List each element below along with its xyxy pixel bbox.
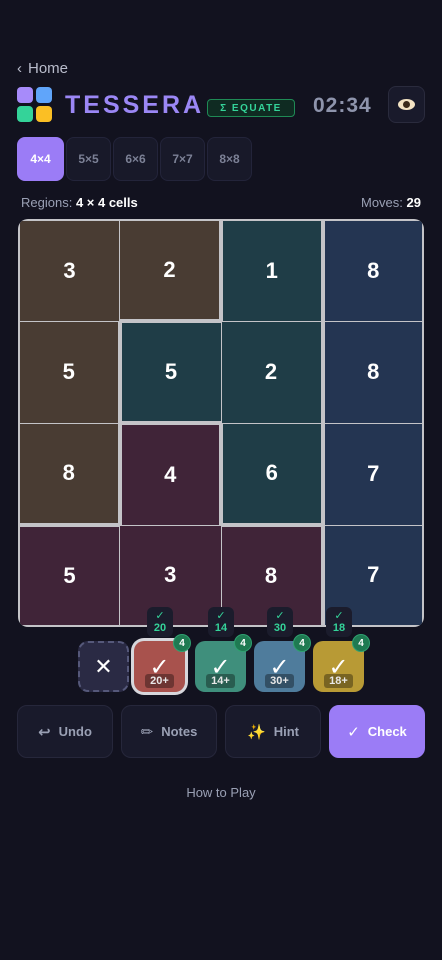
app-title: TESSERA	[65, 91, 205, 119]
board-cell[interactable]: 1	[223, 221, 321, 321]
region-chip[interactable]: ✓ 30+ 4	[254, 634, 311, 692]
chip-sum-label: 14+	[206, 674, 235, 688]
region-chip[interactable]: ✓ 18+ 4	[313, 634, 370, 692]
undo-icon: ↩	[38, 723, 51, 741]
chevron-left-icon: ‹	[17, 59, 22, 77]
reveal-button[interactable]	[388, 86, 425, 123]
check-button[interactable]: ✓ Check	[329, 705, 425, 758]
board-cell[interactable]: 3	[20, 221, 119, 321]
board-cell[interactable]: 4	[121, 425, 219, 525]
app-header: TESSERA Σ EQUATE 02:34	[17, 86, 425, 124]
board-cell[interactable]: 8	[324, 321, 422, 423]
chip-target-value: 20	[153, 622, 167, 635]
moves-label: Moves:	[361, 195, 403, 210]
regions-info: Regions: 4 × 4 cells	[21, 195, 138, 210]
check-icon: ✓	[216, 610, 226, 622]
board-cell[interactable]: 8	[324, 221, 422, 321]
chip-sum-label: 30+	[265, 674, 294, 688]
puzzle-board: 3218552884675387	[18, 219, 424, 627]
board-cell[interactable]: 8	[20, 423, 118, 523]
info-row: Regions: 4 × 4 cells Moves: 29	[21, 195, 421, 211]
regions-value: 4 × 4 cells	[75, 195, 138, 210]
board-cell[interactable]: 5	[20, 321, 118, 423]
hint-label: Hint	[273, 724, 299, 739]
board-cell[interactable]: 2	[221, 321, 321, 423]
board-cell[interactable]: 5	[121, 323, 221, 421]
clear-chip-button[interactable]: ✕	[78, 641, 129, 692]
region-chips: ✕ ✓ 20 ✓ 20+ 4 ✓ 14 ✓ 14+ 4 ✓ 30 ✓ 30+ 4 ✓ 18 ✓ 18+ 4	[0, 605, 442, 695]
tab-6x6[interactable]: 6×6	[113, 137, 158, 181]
chip-sum-label: 20+	[145, 674, 174, 688]
regions-label: Regions:	[21, 195, 73, 210]
hint-button[interactable]: ✨ Hint	[225, 705, 321, 758]
chip-count-badge: 4	[173, 634, 191, 652]
tab-4x4[interactable]: 4×4	[17, 137, 64, 181]
region-chip[interactable]: ✓ 14+ 4	[195, 634, 252, 692]
chip-target-tag: ✓ 30	[267, 607, 293, 637]
close-icon: ✕	[94, 653, 113, 679]
back-label: Home	[28, 59, 69, 77]
check-icon: ✓	[334, 610, 344, 622]
chip-target-value: 30	[273, 622, 287, 635]
chip-target-value: 14	[214, 622, 228, 635]
check-icon: ✓	[155, 610, 165, 622]
pencil-icon: ✏	[140, 723, 154, 741]
how-to-play-link[interactable]: How to Play	[0, 785, 442, 800]
sparkle-icon: ✨	[247, 723, 266, 741]
tab-7x7[interactable]: 7×7	[160, 137, 205, 181]
chip-count-badge: 4	[352, 634, 370, 652]
chip-target-tag: ✓ 18	[326, 607, 352, 637]
board-cell[interactable]: 6	[223, 423, 321, 523]
mode-badge: Σ EQUATE	[207, 99, 295, 117]
check-label: Check	[367, 724, 407, 739]
undo-button[interactable]: ↩ Undo	[17, 705, 113, 758]
moves-info: Moves: 29	[361, 195, 421, 210]
board-cell[interactable]: 2	[120, 221, 219, 319]
eye-icon	[398, 99, 415, 110]
check-icon: ✓	[275, 610, 285, 622]
tab-5x5[interactable]: 5×5	[66, 137, 111, 181]
action-bar: ↩ Undo ✏ Notes ✨ Hint ✓ Check	[17, 705, 425, 758]
board-cell[interactable]: 7	[324, 423, 422, 525]
notes-button[interactable]: ✏ Notes	[121, 705, 217, 758]
chip-count-badge: 4	[234, 634, 252, 652]
logo-icon	[17, 87, 53, 123]
moves-value: 29	[406, 195, 421, 210]
region-chip[interactable]: ✓ 20+ 4	[134, 634, 191, 692]
back-link[interactable]: ‹ Home	[17, 58, 68, 78]
chip-sum-label: 18+	[324, 674, 353, 688]
check-icon: ✓	[347, 723, 360, 741]
chip-target-tag: ✓ 20	[147, 607, 173, 637]
timer: 02:34	[313, 94, 372, 117]
chip-target-tag: ✓ 14	[208, 607, 234, 637]
chip-count-badge: 4	[293, 634, 311, 652]
notes-label: Notes	[161, 724, 198, 739]
tab-8x8[interactable]: 8×8	[207, 137, 252, 181]
grid-size-tabs: 4×4 5×5 6×6 7×7 8×8	[17, 137, 252, 181]
chip-target-value: 18	[332, 622, 346, 635]
undo-label: Undo	[58, 724, 92, 739]
